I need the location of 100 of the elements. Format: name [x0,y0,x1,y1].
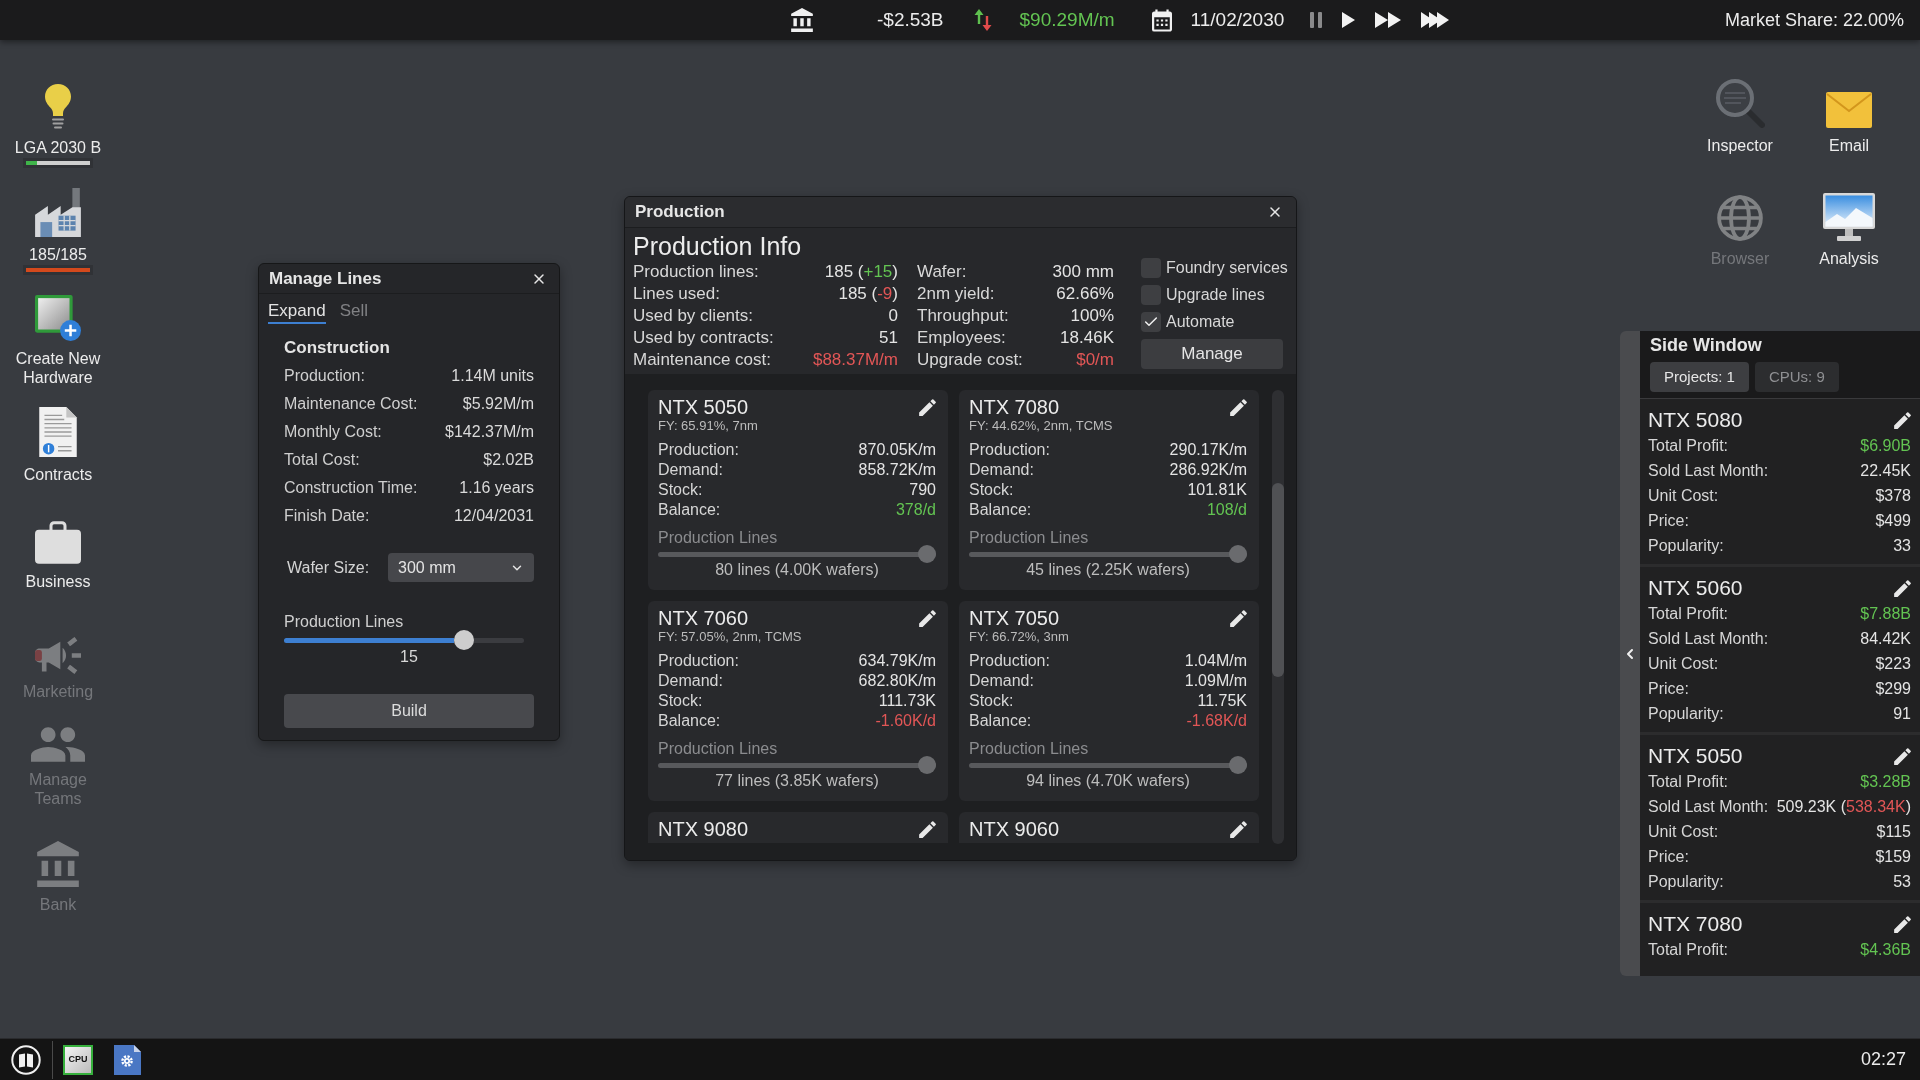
product-specs: FY: 44.62%, 2nm, TCMS [969,419,1114,432]
desktop-shortcut[interactable]: Create New Hardware [6,291,110,387]
pencil-icon[interactable] [919,820,936,838]
stat-value: $299 [1875,679,1911,699]
checkbox[interactable] [1141,311,1161,332]
clock-text: 02:27 [1860,1048,1906,1071]
product-name: NTX 7060 [658,606,749,630]
product-name: NTX 9080 [658,817,749,841]
play-icon[interactable] [1342,12,1356,28]
desktop-shortcut[interactable]: Analysis [1797,191,1901,268]
collapse-handle[interactable] [1620,331,1640,976]
slider-caption: 80 lines (4.00K wafers) [714,561,880,579]
slider-caption: 77 lines (3.85K wafers) [714,772,880,790]
build-button[interactable]: Build [284,694,534,728]
stat-value: -1.60K/d [875,711,936,731]
tab[interactable]: Sell [339,301,369,324]
briefcase-icon [35,521,81,564]
stat-value: $378 [1875,486,1911,506]
product-specs: FY: 65.91%, 7nm [658,419,759,432]
stat-value: $499 [1875,511,1911,531]
desktop-shortcut[interactable]: Email [1797,78,1901,155]
stat-label: Stock: [969,480,1014,500]
stat-value: $2.02B [483,450,534,470]
stat-value: 682.80K/m [858,671,936,691]
stat-label: Popularity: [1648,872,1724,892]
stat-label: Production: [658,440,739,460]
pencil-icon[interactable] [1230,398,1247,416]
pencil-icon[interactable] [919,398,936,416]
product-name: NTX 5050 [1648,743,1743,769]
stat-value: 51 [879,327,898,349]
stat-label: Popularity: [1648,536,1724,556]
manage-button[interactable]: Manage [1141,339,1283,369]
factory-icon [35,188,81,237]
fast-forward-icon[interactable] [1375,12,1402,28]
stat-label: Used by clients: [633,305,753,327]
pencil-icon[interactable] [1894,579,1911,597]
stat-label: Upgrade cost: [917,349,1023,371]
stat-label: Demand: [658,460,723,480]
stat-value: 18.46K [1060,327,1114,349]
tab[interactable]: Projects: 1 [1650,362,1749,392]
slider-thumb[interactable] [918,545,936,563]
window-title: Manage Lines [269,267,382,290]
pencil-icon[interactable] [1894,411,1911,429]
book-circle-icon[interactable] [11,1044,41,1075]
stat-value: 790 [909,480,936,500]
slider-thumb[interactable] [918,756,936,774]
slider-thumb[interactable] [1229,545,1247,563]
stat-label: Stock: [658,691,703,711]
pencil-icon[interactable] [1230,609,1247,627]
slider-thumb[interactable] [454,630,474,650]
cpu-app-button[interactable]: CPU [63,1044,93,1075]
close-icon[interactable] [1267,204,1283,220]
stat-value: 12/04/2031 [453,506,534,526]
stat-label: Sold Last Month: [1648,629,1769,649]
document-gear-icon[interactable] [114,1044,141,1075]
stat-value: 53 [1893,872,1911,892]
pencil-icon[interactable] [1894,915,1911,933]
desktop-shortcut[interactable]: Business [6,514,110,591]
pencil-icon[interactable] [919,609,936,627]
slider-label: Production Lines [969,740,1090,758]
stat-value: $159 [1875,847,1911,867]
slider-caption: 94 lines (4.70K wafers) [1025,772,1191,790]
bank-icon[interactable] [791,8,813,32]
scrollbar[interactable] [1272,390,1284,844]
desktop-shortcut[interactable]: LGA 2030 B [6,80,110,157]
desktop-shortcut[interactable]: Contracts [6,407,110,484]
pencil-icon[interactable] [1230,820,1247,838]
income-text: $90.29M/m [1019,7,1115,32]
desktop-shortcut[interactable]: 185/185 [6,187,110,264]
stat-label: Unit Cost: [1648,822,1719,842]
stat-label: Unit Cost: [1648,654,1719,674]
pencil-icon[interactable] [1894,747,1911,765]
stat-label: Lines used: [633,283,720,305]
desktop-shortcut[interactable]: Inspector [1688,78,1792,155]
checkbox-label[interactable]: Automate [1166,311,1235,332]
stat-label: Balance: [658,500,721,520]
stat-label: Stock: [969,691,1014,711]
stat-label: Price: [1648,847,1689,867]
tab[interactable]: Expand [268,301,326,324]
checkbox-label[interactable]: Foundry services [1166,257,1288,278]
stat-value: 858.72K/m [858,460,936,480]
checkbox-label[interactable]: Upgrade lines [1166,284,1265,305]
slider-label: Production Lines [284,612,405,632]
magnifier-icon [1715,78,1765,128]
stat-value: 509.23K (538.34K) [1776,797,1911,817]
wafer-size-dropdown[interactable]: 300 mm [388,553,534,582]
stat-value: 870.05K/m [858,440,936,460]
tab[interactable]: CPUs: 9 [1754,362,1839,392]
calendar-icon[interactable] [1151,8,1172,32]
stat-value: 290.17K/m [1169,440,1247,460]
stat-value: 300 mm [1052,261,1114,283]
stat-label: Maintenance cost: [633,349,771,371]
triple-forward-icon[interactable] [1421,12,1450,28]
slider-thumb[interactable] [1229,756,1247,774]
scrollbar-thumb[interactable] [1272,483,1284,677]
stat-value: 11.75K [1197,691,1247,711]
stat-value: 286.92K/m [1169,460,1247,480]
pause-icon[interactable] [1310,12,1323,28]
stat-label: Construction Time: [284,478,418,498]
product-name: NTX 5050 [658,395,749,419]
